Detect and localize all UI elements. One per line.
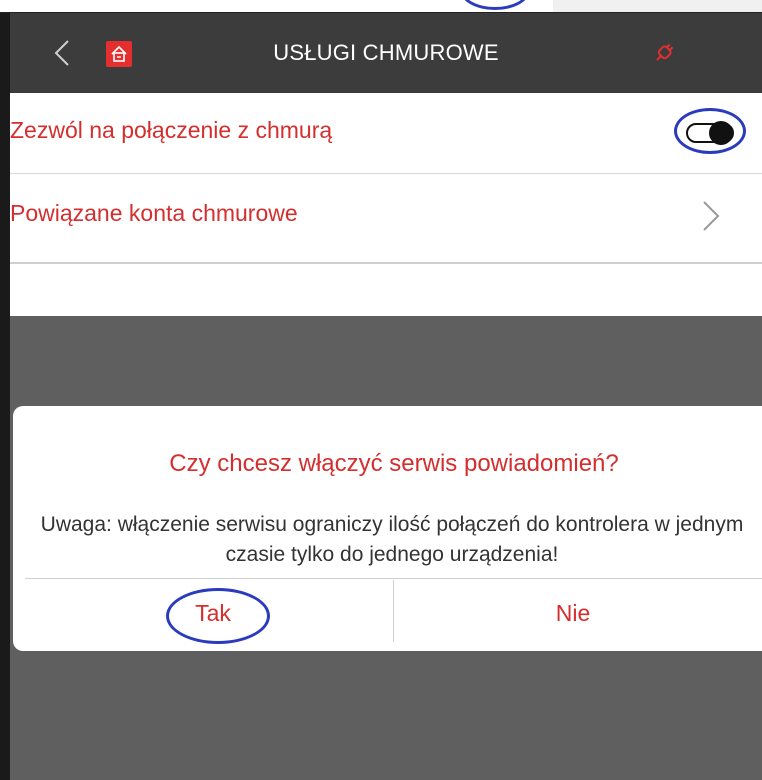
left-border [0, 13, 10, 780]
allow-cloud-toggle[interactable] [674, 108, 746, 154]
yes-button[interactable]: Tak [113, 580, 313, 646]
annotation-circle [460, 0, 530, 10]
empty-space [10, 264, 762, 316]
no-button[interactable]: Nie [393, 580, 753, 646]
dialog-divider [25, 578, 762, 579]
page-title: USŁUGI CHMUROWE [273, 40, 499, 65]
plug-icon[interactable] [652, 41, 676, 65]
confirm-dialog: Czy chcesz włączyć serwis powiadomień? U… [13, 406, 762, 651]
app-bar: USŁUGI CHMUROWE [10, 13, 762, 93]
top-strip [0, 0, 762, 13]
allow-cloud-label: Zezwól na połączenie z chmurą [10, 117, 333, 143]
linked-accounts-label: Powiązane konta chmurowe [10, 200, 298, 226]
annotation-circle [674, 108, 746, 154]
dialog-message: Uwaga: włączenie serwisu ograniczy ilość… [40, 513, 744, 566]
settings-row-allow-cloud[interactable]: Zezwól na połączenie z chmurą [10, 93, 762, 174]
dialog-question: Czy chcesz włączyć serwis powiadomień? [169, 450, 619, 477]
chevron-right-icon [703, 201, 720, 231]
settings-row-linked-accounts[interactable]: Powiązane konta chmurowe [10, 174, 762, 264]
